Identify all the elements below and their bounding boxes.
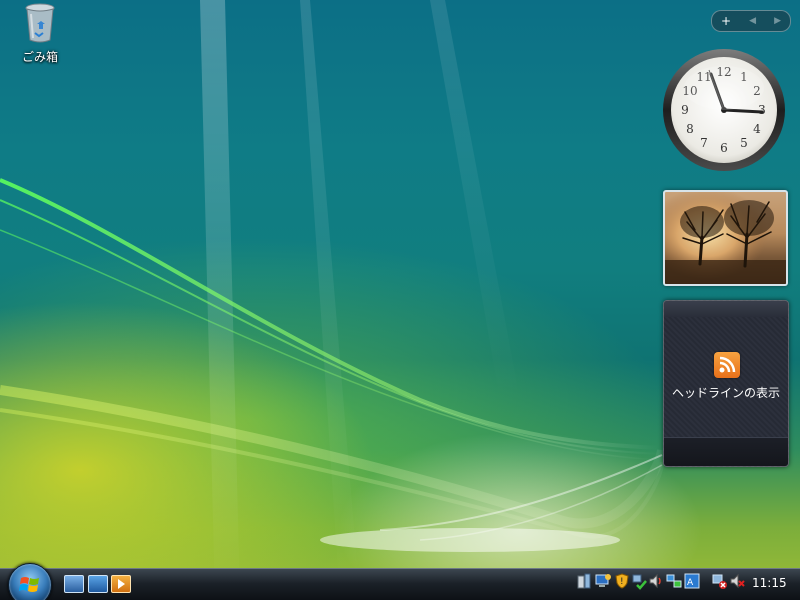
taskbar-clock[interactable]: 11:15 (752, 576, 787, 590)
desktop-icon-recycle-bin[interactable]: ごみ箱 (12, 2, 68, 65)
rss-icon (714, 352, 740, 378)
clock-hour-hand (722, 108, 764, 114)
recycle-bin-label: ごみ箱 (21, 50, 58, 64)
network-status-icon[interactable] (666, 572, 682, 590)
clock-numeral-9: 9 (681, 103, 689, 117)
tree-sunset-photo (665, 192, 786, 284)
network-disconnected-icon[interactable] (712, 572, 728, 590)
add-gadget-button[interactable]: + (721, 14, 731, 28)
feed-footer (664, 437, 788, 466)
previous-page-button[interactable]: ◀ (749, 16, 756, 26)
clock-numeral-6: 6 (720, 141, 728, 155)
network-check-icon[interactable] (631, 572, 647, 590)
desktop[interactable]: ごみ箱 + ◀ ▶ 12 1 2 3 4 5 6 7 8 9 10 11 ヘッド… (0, 0, 800, 600)
clock-numeral-3: 3 (758, 103, 766, 117)
sidebar-controls: + ◀ ▶ (711, 10, 791, 32)
svg-text:!: ! (620, 577, 624, 587)
computer-icon[interactable] (594, 572, 611, 590)
show-desktop-icon[interactable] (88, 575, 108, 593)
switch-windows-icon[interactable] (64, 575, 84, 593)
media-player-icon[interactable] (111, 575, 131, 593)
feed-headlines-label[interactable]: ヘッドラインの表示 (664, 384, 788, 401)
windows-logo-icon (19, 577, 39, 592)
language-bar-icon[interactable]: A (684, 572, 700, 590)
start-button[interactable] (8, 563, 52, 600)
next-page-button[interactable]: ▶ (774, 16, 781, 26)
feed-header (664, 301, 788, 317)
feed-headlines-gadget[interactable]: ヘッドラインの表示 (663, 300, 789, 467)
clock-numeral-4: 4 (753, 122, 761, 136)
clock-numeral-5: 5 (740, 136, 748, 150)
slideshow-gadget[interactable] (663, 190, 788, 286)
volume-icon[interactable] (648, 572, 664, 590)
clock-gadget[interactable]: 12 1 2 3 4 5 6 7 8 9 10 11 (662, 48, 786, 172)
svg-text:A: A (687, 578, 694, 588)
clock-numeral-7: 7 (700, 136, 708, 150)
security-shield-icon[interactable]: ! (614, 572, 630, 590)
muted-speaker-icon[interactable] (729, 572, 745, 590)
network-file-icon[interactable] (576, 572, 592, 590)
clock-numeral-8: 8 (686, 122, 694, 136)
recycle-bin-icon (25, 2, 55, 44)
